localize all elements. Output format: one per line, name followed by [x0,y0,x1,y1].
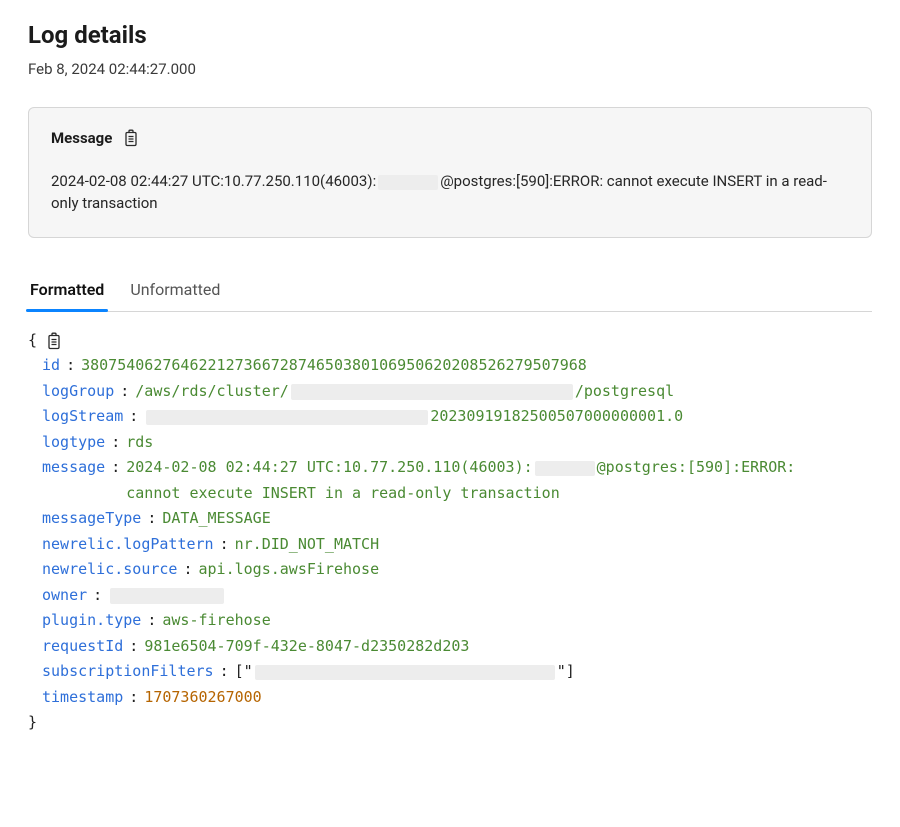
key-logpattern: newrelic.logPattern [42,532,214,558]
key-owner: owner [42,583,87,609]
key-message: message [42,455,105,481]
message-prefix: 2024-02-08 02:44:27 UTC:10.77.250.110(46… [51,172,376,190]
value-source: api.logs.awsFirehose [199,557,380,583]
value-loggroup: /aws/rds/cluster//postgresql [135,379,674,405]
value-logpattern: nr.DID_NOT_MATCH [235,532,380,558]
value-owner [108,583,226,609]
kv-loggroup[interactable]: logGroup : /aws/rds/cluster//postgresql [42,379,872,405]
tab-formatted[interactable]: Formatted [28,272,106,311]
copy-json-icon[interactable] [45,332,63,350]
value-requestid: 981e6504-709f-432e-8047-d2350282d203 [144,634,469,660]
key-logtype: logtype [42,430,105,456]
page-title: Log details [28,18,872,53]
key-source: newrelic.source [42,557,177,583]
copy-message-icon[interactable] [122,129,140,147]
tab-unformatted[interactable]: Unformatted [128,272,222,311]
message-panel: Message 2024-02-08 02:44:27 UTC:10.77.25… [28,107,872,238]
value-logstream: 2023091918250050700000000​1.0 [144,404,683,430]
key-plugintype: plugin.type [42,608,141,634]
redacted-owner [110,588,224,604]
kv-messagetype[interactable]: messageType : DATA_MESSAGE [42,506,872,532]
kv-logpattern[interactable]: newrelic.logPattern : nr.DID_NOT_MATCH [42,532,872,558]
kv-timestamp[interactable]: timestamp : 1707360267000 [42,685,872,711]
key-messagetype: messageType [42,506,141,532]
key-timestamp: timestamp [42,685,123,711]
redacted-user [378,175,438,191]
value-id: 3807540627646221273667287465038010695062… [81,353,587,379]
value-message: 2024-02-08 02:44:27 UTC:10.77.250.110(46… [126,455,854,506]
message-panel-title: Message [51,128,112,150]
kv-subscriptionfilters[interactable]: subscriptionFilters : [""] [42,659,872,685]
redacted-stream-prefix [146,410,428,426]
message-body: 2024-02-08 02:44:27 UTC:10.77.250.110(46… [51,171,849,215]
json-open-brace: { [28,328,37,354]
value-subscriptionfilters: [""] [235,659,575,685]
kv-source[interactable]: newrelic.source : api.logs.awsFirehose [42,557,872,583]
json-close-brace: } [28,710,872,736]
key-requestid: requestId [42,634,123,660]
key-logstream: logStream [42,404,123,430]
redacted-filter-name [255,665,555,681]
key-id: id [42,353,60,379]
log-timestamp: Feb 8, 2024 02:44:27.000 [28,59,872,81]
kv-owner[interactable]: owner : [42,583,872,609]
value-messagetype: DATA_MESSAGE [162,506,270,532]
kv-logtype[interactable]: logtype : rds [42,430,872,456]
kv-plugintype[interactable]: plugin.type : aws-firehose [42,608,872,634]
kv-message[interactable]: message : 2024-02-08 02:44:27 UTC:10.77.… [42,455,854,506]
view-tabs: Formatted Unformatted [28,272,872,312]
key-loggroup: logGroup [42,379,114,405]
kv-logstream[interactable]: logStream : 2023091918250050700000000​1.… [42,404,872,430]
key-subscriptionfilters: subscriptionFilters [42,659,214,685]
kv-requestid[interactable]: requestId : 981e6504-709f-432e-8047-d235… [42,634,872,660]
value-logtype: rds [126,430,153,456]
redacted-cluster-name [291,384,573,400]
redacted-user-2 [535,461,595,477]
kv-id[interactable]: id : 38075406276462212736672874650380106… [42,353,872,379]
json-view: { id : 380754062764622127366728746503801… [28,328,872,736]
value-timestamp: 1707360267000 [144,685,261,711]
value-plugintype: aws-firehose [162,608,270,634]
